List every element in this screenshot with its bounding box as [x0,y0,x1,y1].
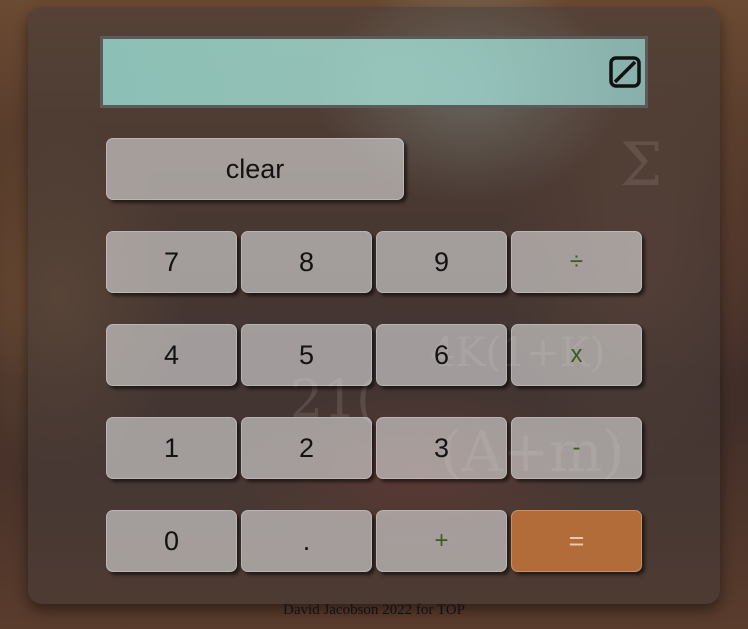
digit-8-button[interactable]: 8 [241,231,372,293]
digit-1-button[interactable]: 1 [106,417,237,479]
divide-button[interactable]: ÷ [511,231,642,293]
digit-6-button[interactable]: 6 [376,324,507,386]
decimal-button[interactable]: . [241,510,372,572]
digit-4-button[interactable]: 4 [106,324,237,386]
digit-7-button[interactable]: 7 [106,231,237,293]
digit-3-button[interactable]: 3 [376,417,507,479]
backspace-icon[interactable] [609,56,641,88]
digit-2-button[interactable]: 2 [241,417,372,479]
multiply-button[interactable]: x [511,324,642,386]
digit-5-button[interactable]: 5 [241,324,372,386]
footer-credit: David Jacobson 2022 for TOP [283,602,465,618]
calculator-display [100,36,648,108]
equals-button[interactable]: = [511,510,642,572]
digit-9-button[interactable]: 9 [376,231,507,293]
subtract-button[interactable]: - [511,417,642,479]
add-button[interactable]: + [376,510,507,572]
digit-0-button[interactable]: 0 [106,510,237,572]
clear-button[interactable]: clear [106,138,404,200]
